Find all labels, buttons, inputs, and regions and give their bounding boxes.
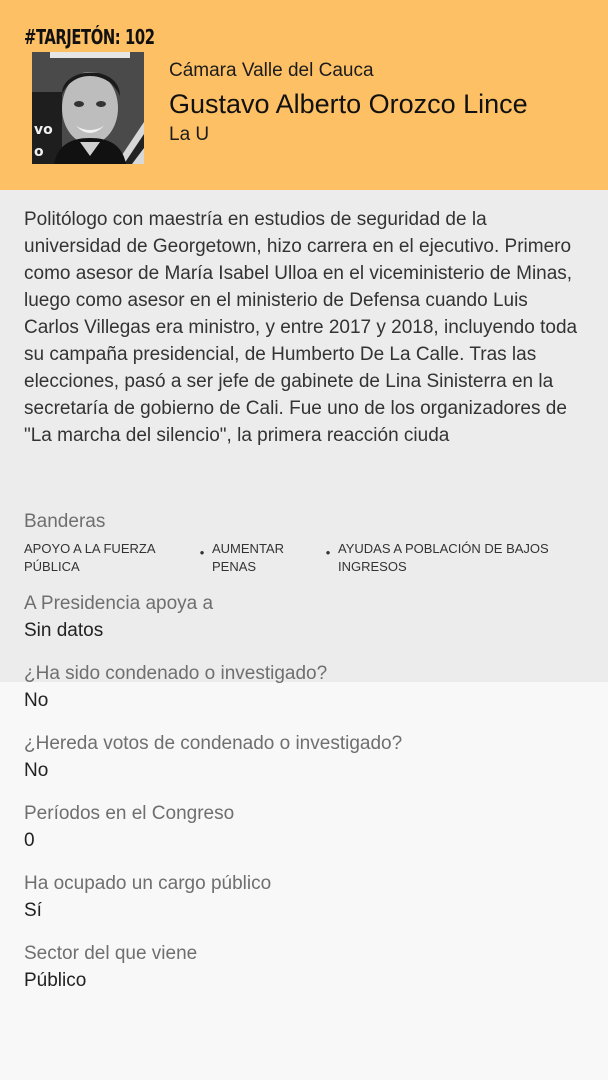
detail-label: ¿Hereda votos de condenado o investigado… bbox=[24, 733, 403, 754]
biography-text: Politólogo con maestría en estudios de s… bbox=[24, 209, 578, 446]
banderas-label: Banderas bbox=[24, 511, 106, 532]
banderas-list: APOYO A LA FUERZA PÚBLICA • AUMENTAR PEN… bbox=[24, 540, 584, 576]
svg-text:vo: vo bbox=[34, 122, 53, 138]
candidate-header: #TARJETÓN: 102 vo o Cámara Valle del Cau… bbox=[0, 0, 608, 190]
detail-value: Sí bbox=[24, 900, 42, 921]
bullet-separator: • bbox=[199, 545, 205, 560]
detail-label: ¿Ha sido condenado o investigado? bbox=[24, 663, 328, 684]
detail-public-office: Ha ocupado un cargo público Sí bbox=[24, 872, 584, 924]
detail-presidency: A Presidencia apoya a Sin datos bbox=[24, 592, 584, 644]
candidate-info: Cámara Valle del Cauca Gustavo Alberto O… bbox=[169, 58, 589, 148]
bandera-item: AYUDAS A POBLACIÓN DE BAJOS INGRESOS bbox=[338, 541, 549, 574]
detail-value: 0 bbox=[24, 830, 35, 851]
detail-label: Sector del que viene bbox=[24, 943, 198, 964]
bullet-separator: • bbox=[325, 545, 331, 560]
detail-value: Público bbox=[24, 970, 87, 991]
detail-value: Sin datos bbox=[24, 620, 104, 641]
candidate-name: Gustavo Alberto Orozco Lince bbox=[169, 89, 528, 119]
ballot-number-tag: #TARJETÓN: 102 bbox=[24, 25, 155, 49]
detail-convicted: ¿Ha sido condenado o investigado? No bbox=[24, 662, 584, 714]
party-name: La U bbox=[169, 124, 210, 145]
bandera-item: AUMENTAR PENAS bbox=[212, 541, 284, 574]
detail-sector: Sector del que viene Público bbox=[24, 942, 584, 994]
detail-value: No bbox=[24, 690, 49, 711]
svg-text:o: o bbox=[34, 144, 44, 160]
detail-label: Períodos en el Congreso bbox=[24, 803, 235, 824]
detail-label: Ha ocupado un cargo público bbox=[24, 873, 272, 894]
detail-congress-periods: Períodos en el Congreso 0 bbox=[24, 802, 584, 854]
bandera-item: APOYO A LA FUERZA PÚBLICA bbox=[24, 541, 155, 574]
chamber-label: Cámara Valle del Cauca bbox=[169, 60, 374, 81]
detail-label: A Presidencia apoya a bbox=[24, 593, 214, 614]
candidate-photo: vo o bbox=[32, 52, 144, 164]
candidate-details: Banderas APOYO A LA FUERZA PÚBLICA • AUM… bbox=[0, 492, 608, 1012]
detail-inherits-votes: ¿Hereda votos de condenado o investigado… bbox=[24, 732, 584, 784]
detail-value: No bbox=[24, 760, 49, 781]
